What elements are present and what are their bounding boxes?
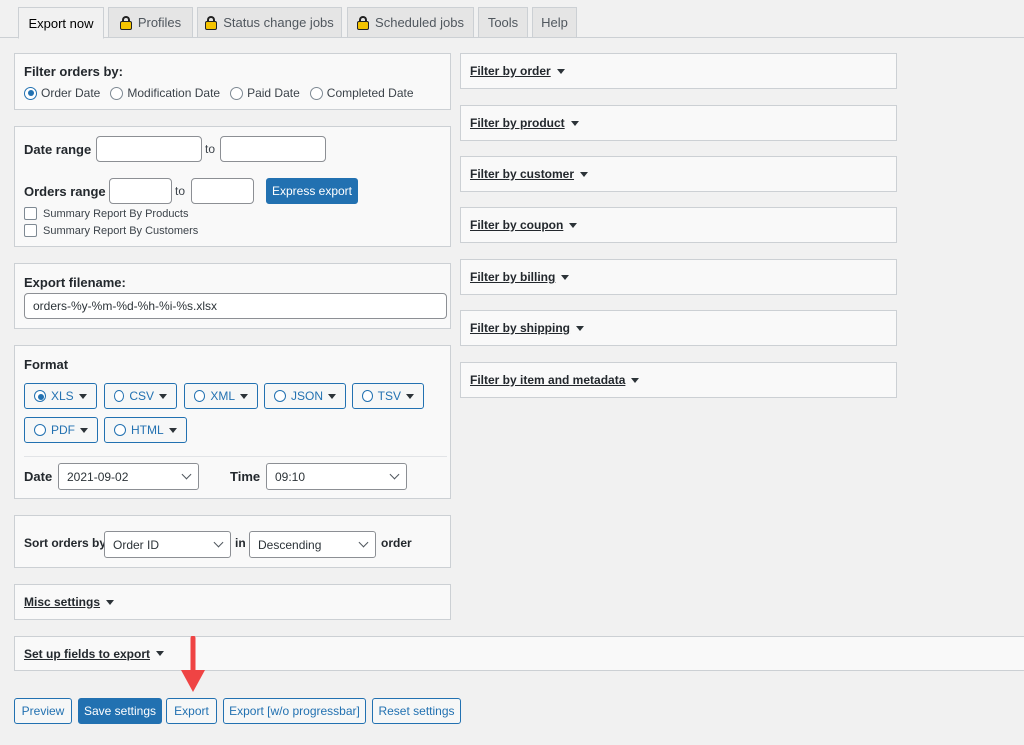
sort-box: Sort orders by Order ID in Descending or… [14, 515, 451, 568]
date-from-input[interactable] [96, 136, 202, 162]
caret-down-icon [561, 274, 570, 280]
filter-orders-title: Filter orders by: [24, 64, 123, 79]
caret-down-icon [569, 222, 578, 228]
date-range-label: Date range [24, 142, 92, 157]
filter-by-order[interactable]: Filter by order [460, 53, 897, 89]
time-select[interactable]: 09:10 [266, 463, 407, 490]
caret-down-icon [156, 651, 165, 656]
orders-to-input[interactable] [191, 178, 254, 204]
misc-settings-label: Misc settings [24, 595, 101, 609]
sort-direction-select[interactable]: Descending [249, 531, 376, 558]
format-box: Format XLS CSV XML JSON TSV PDF HTML Dat… [14, 345, 451, 499]
chevron-down-icon [181, 469, 192, 480]
radio-html[interactable] [114, 424, 126, 436]
tab-tools[interactable]: Tools [478, 7, 528, 38]
lock-icon [205, 15, 218, 30]
to-label: to [175, 184, 186, 198]
format-tsv-option[interactable]: TSV [352, 383, 424, 409]
caret-down-icon [80, 427, 88, 433]
caret-down-icon [240, 393, 248, 399]
radio-pdf[interactable] [34, 424, 46, 436]
tab-export-now[interactable]: Export now [18, 7, 104, 39]
radio-completed-date[interactable] [309, 86, 323, 100]
orders-from-input[interactable] [109, 178, 172, 204]
format-xls-option[interactable]: XLS [24, 383, 97, 409]
radio-modification-date[interactable] [110, 86, 124, 100]
chevron-down-icon [213, 537, 224, 548]
radio-xml[interactable] [194, 390, 206, 402]
setup-fields-label: Set up fields to export [24, 646, 151, 661]
caret-down-icon [406, 393, 414, 399]
filter-by-product[interactable]: Filter by product [460, 105, 897, 141]
export-button[interactable]: Export [166, 698, 217, 724]
caret-down-icon [168, 427, 177, 433]
format-json-option[interactable]: JSON [264, 383, 346, 409]
caret-down-icon [576, 325, 585, 331]
caret-down-icon [78, 393, 87, 399]
export-no-progressbar-button[interactable]: Export [w/o progressbar] [223, 698, 366, 724]
express-export-button[interactable]: Express export [266, 178, 358, 204]
date-to-input[interactable] [220, 136, 326, 162]
to-label: to [205, 142, 216, 156]
lock-icon [357, 15, 370, 30]
arrow-down-icon [181, 636, 205, 692]
radio-paid-date[interactable] [230, 86, 244, 100]
date-label: Date [24, 469, 53, 484]
tab-profiles[interactable]: Profiles [108, 7, 193, 38]
format-pdf-option[interactable]: PDF [24, 417, 98, 443]
filter-by-item-metadata[interactable]: Filter by item and metadata [460, 362, 897, 398]
divider [24, 456, 447, 457]
caret-down-icon [106, 599, 115, 605]
format-csv-option[interactable]: CSV [104, 383, 177, 409]
lock-icon [119, 15, 132, 30]
reset-settings-button[interactable]: Reset settings [372, 698, 461, 724]
orders-range-label: Orders range [24, 184, 106, 199]
misc-settings-toggle[interactable]: Misc settings [14, 584, 451, 620]
filter-by-customer[interactable]: Filter by customer [460, 156, 897, 192]
caret-down-icon [570, 120, 579, 126]
tab-help[interactable]: Help [532, 7, 577, 38]
filename-box: Export filename: orders-%y-%m-%d-%h-%i-%… [14, 263, 451, 329]
chevron-down-icon [389, 469, 400, 480]
filename-label: Export filename: [24, 275, 126, 290]
radio-xls[interactable] [34, 390, 46, 402]
caret-down-icon [328, 393, 336, 399]
filter-orders-box: Filter orders by: Order Date Modificatio… [14, 53, 451, 110]
ranges-box: Date range to Orders range to Express ex… [14, 126, 451, 247]
filename-input[interactable]: orders-%y-%m-%d-%h-%i-%s.xlsx [24, 293, 447, 319]
filter-by-shipping[interactable]: Filter by shipping [460, 310, 897, 346]
caret-down-icon [159, 393, 167, 399]
save-settings-button[interactable]: Save settings [78, 698, 162, 724]
sort-label: Sort orders by [24, 536, 107, 550]
caret-down-icon [580, 171, 589, 177]
chevron-down-icon [358, 537, 369, 548]
tab-bar: Export now Profiles Status change jobs S… [0, 0, 1024, 39]
order-label: order [381, 536, 412, 550]
radio-order-date[interactable] [24, 86, 37, 100]
time-label: Time [230, 469, 261, 484]
format-title: Format [24, 357, 69, 372]
summary-customers-checkbox[interactable] [24, 224, 37, 237]
date-select[interactable]: 2021-09-02 [58, 463, 199, 490]
caret-down-icon [631, 377, 640, 383]
preview-button[interactable]: Preview [14, 698, 72, 724]
radio-json[interactable] [274, 390, 286, 402]
summary-products-checkbox[interactable] [24, 207, 37, 220]
sort-field-select[interactable]: Order ID [104, 531, 231, 558]
format-xml-option[interactable]: XML [184, 383, 258, 409]
setup-fields-toggle[interactable]: Set up fields to export [14, 636, 1024, 671]
radio-tsv[interactable] [362, 390, 373, 402]
tab-scheduled-jobs[interactable]: Scheduled jobs [347, 7, 474, 38]
in-label: in [235, 536, 246, 550]
tab-status-change-jobs[interactable]: Status change jobs [197, 7, 342, 38]
format-html-option[interactable]: HTML [104, 417, 187, 443]
filter-by-billing[interactable]: Filter by billing [460, 259, 897, 295]
radio-csv[interactable] [114, 390, 125, 402]
caret-down-icon [556, 68, 565, 74]
filter-by-coupon[interactable]: Filter by coupon [460, 207, 897, 243]
